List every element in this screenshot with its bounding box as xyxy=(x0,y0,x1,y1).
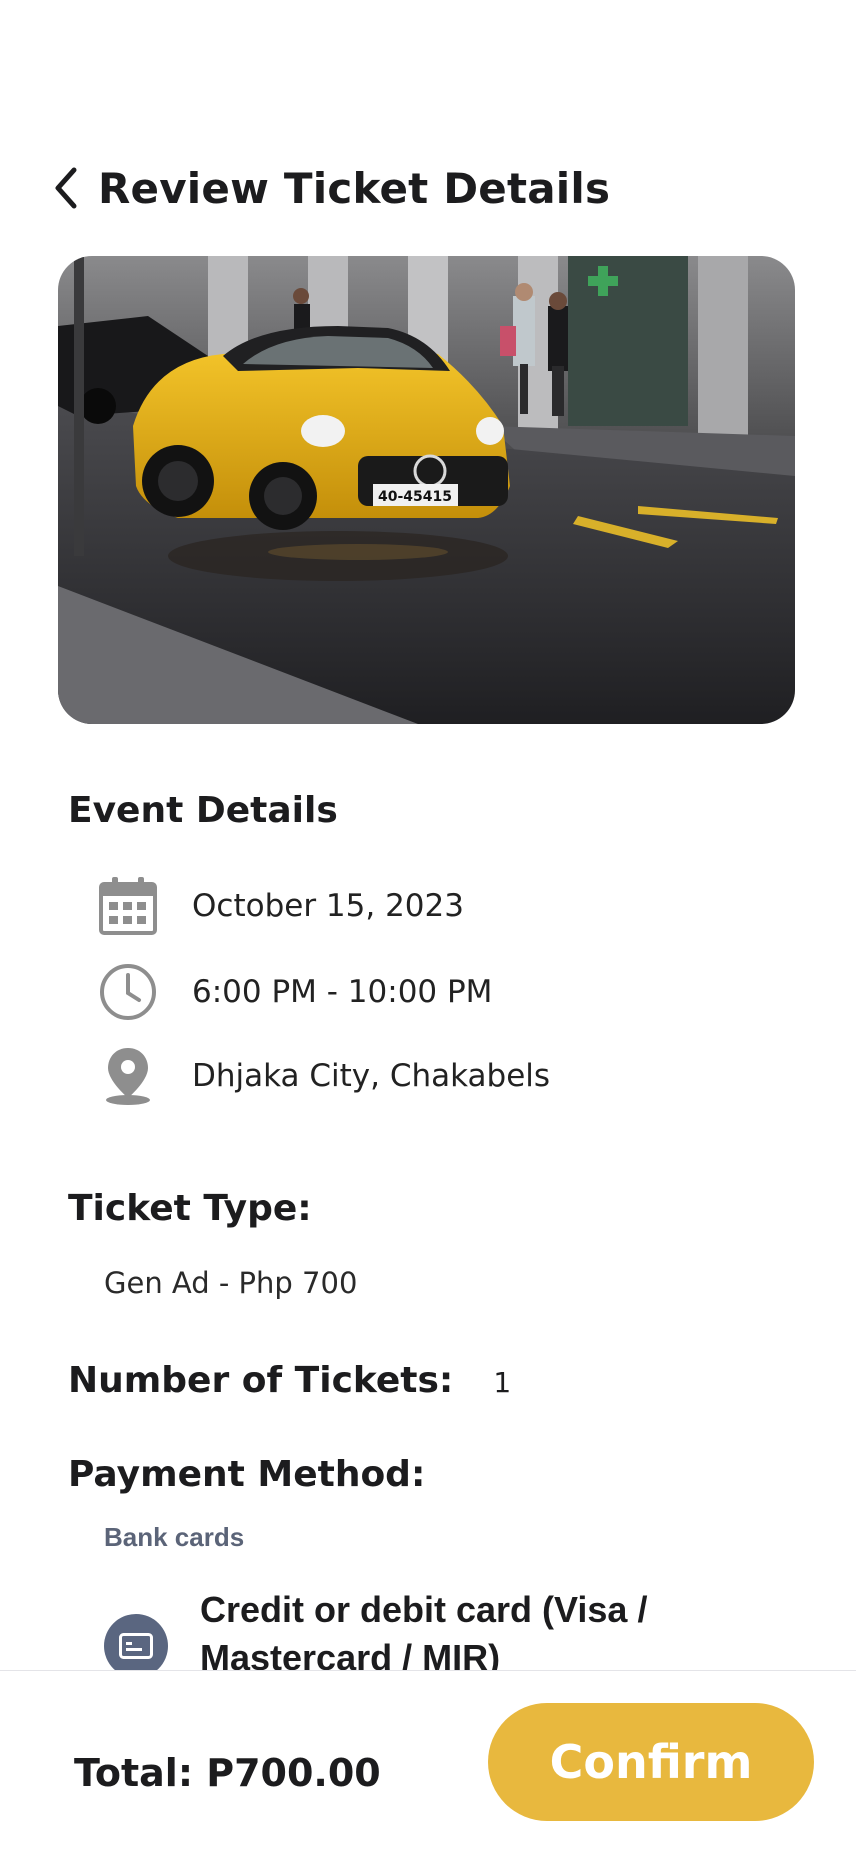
event-time-row: 6:00 PM - 10:00 PM xyxy=(96,960,492,1024)
payment-option-card[interactable]: Credit or debit card (Visa / Mastercard … xyxy=(104,1586,794,1682)
order-total: Total: P700.00 xyxy=(74,1751,381,1795)
chevron-left-icon xyxy=(55,167,77,209)
page-header: Review Ticket Details xyxy=(52,160,610,216)
event-date: October 15, 2023 xyxy=(192,888,464,924)
calendar-icon xyxy=(96,874,160,938)
checkout-bar: Total: P700.00 Confirm xyxy=(0,1670,856,1853)
ticket-count-heading: Number of Tickets: xyxy=(68,1360,454,1401)
bank-cards-label: Bank cards xyxy=(104,1522,245,1552)
card-icon xyxy=(104,1614,168,1678)
back-button[interactable] xyxy=(52,160,88,216)
payment-method-heading: Payment Method: xyxy=(68,1454,426,1495)
event-hero-image: 40-45415 xyxy=(58,256,795,724)
payment-option-label: Credit or debit card (Visa / Mastercard … xyxy=(200,1589,648,1678)
page-title: Review Ticket Details xyxy=(98,163,611,213)
event-details-heading: Event Details xyxy=(68,790,338,831)
map-pin-icon xyxy=(96,1044,160,1108)
clock-icon xyxy=(96,960,160,1024)
event-location: Dhjaka City, Chakabels xyxy=(192,1058,551,1094)
event-time: 6:00 PM - 10:00 PM xyxy=(192,974,493,1010)
confirm-button[interactable]: Confirm xyxy=(488,1703,814,1821)
license-plate-text: 40-45415 xyxy=(378,489,452,505)
ticket-count-row: Number of Tickets: 1 xyxy=(68,1360,511,1401)
event-location-row: Dhjaka City, Chakabels xyxy=(96,1044,550,1108)
ticket-type-heading: Ticket Type: xyxy=(68,1188,312,1229)
ticket-count-value[interactable]: 1 xyxy=(493,1366,511,1399)
ticket-type-value[interactable]: Gen Ad - Php 700 xyxy=(104,1266,357,1300)
event-date-row: October 15, 2023 xyxy=(96,874,464,938)
